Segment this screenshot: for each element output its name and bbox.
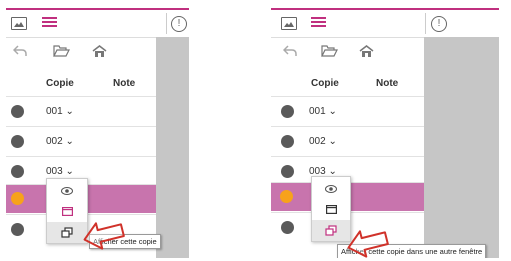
arrow-annotation <box>347 230 389 258</box>
side-panel <box>156 37 189 258</box>
status-dot <box>11 135 24 148</box>
new-window-icon <box>61 227 73 238</box>
status-dot-active <box>280 190 293 203</box>
col-note: Note <box>113 78 136 89</box>
menu-view[interactable] <box>312 178 350 199</box>
arrow-annotation <box>83 222 125 250</box>
status-dot-active <box>11 192 24 205</box>
status-dot <box>281 135 294 148</box>
table-row[interactable]: 002 ⌄ <box>271 126 424 156</box>
table-row[interactable]: 001 ⌄ <box>6 96 156 126</box>
status-dot <box>281 165 294 178</box>
status-dot <box>281 105 294 118</box>
folder-open-icon[interactable] <box>321 44 338 61</box>
folder-open-icon[interactable] <box>53 44 70 61</box>
copie-select[interactable]: 003 ⌄ <box>46 166 74 177</box>
undo-icon[interactable] <box>12 44 27 61</box>
top-bar: ! <box>6 8 189 38</box>
table-row[interactable]: 002 ⌄ <box>6 126 156 156</box>
copie-select[interactable]: 002 ⌄ <box>309 136 337 147</box>
status-dot <box>11 165 24 178</box>
window-icon <box>61 207 73 216</box>
col-note: Note <box>376 78 399 89</box>
list-icon[interactable] <box>311 15 326 29</box>
menu-view[interactable] <box>47 180 87 201</box>
status-dot <box>11 223 24 236</box>
eye-icon <box>61 186 73 195</box>
side-panel <box>424 37 499 258</box>
col-copie: Copie <box>46 78 74 89</box>
menu-display[interactable] <box>312 199 350 220</box>
table-header: Copie Note <box>6 69 156 96</box>
info-icon[interactable]: ! <box>171 16 187 32</box>
col-copie: Copie <box>311 78 339 89</box>
panel-left: ! Copie Note 001 ⌄ 002 ⌄ 003 ⌄ Afficher … <box>6 8 189 258</box>
home-icon[interactable] <box>359 44 374 61</box>
new-window-icon <box>325 225 337 236</box>
panel-right: ! Copie Note 001 ⌄ 002 ⌄ 003 ⌄ Afficher … <box>271 8 499 258</box>
copie-select[interactable]: 001 ⌄ <box>309 106 337 117</box>
table-row[interactable]: 001 ⌄ <box>271 96 424 126</box>
home-icon[interactable] <box>92 44 107 61</box>
list-icon[interactable] <box>42 15 57 29</box>
image-icon[interactable] <box>11 17 27 30</box>
window-icon <box>325 205 337 214</box>
top-bar: ! <box>271 8 499 38</box>
status-dot <box>281 221 294 234</box>
copie-select[interactable]: 002 ⌄ <box>46 136 74 147</box>
image-icon[interactable] <box>281 17 297 30</box>
undo-icon[interactable] <box>282 44 297 61</box>
copie-select[interactable]: 001 ⌄ <box>46 106 74 117</box>
eye-icon <box>325 184 337 193</box>
table-header: Copie Note <box>271 69 424 96</box>
status-dot <box>11 105 24 118</box>
info-icon[interactable]: ! <box>431 16 447 32</box>
